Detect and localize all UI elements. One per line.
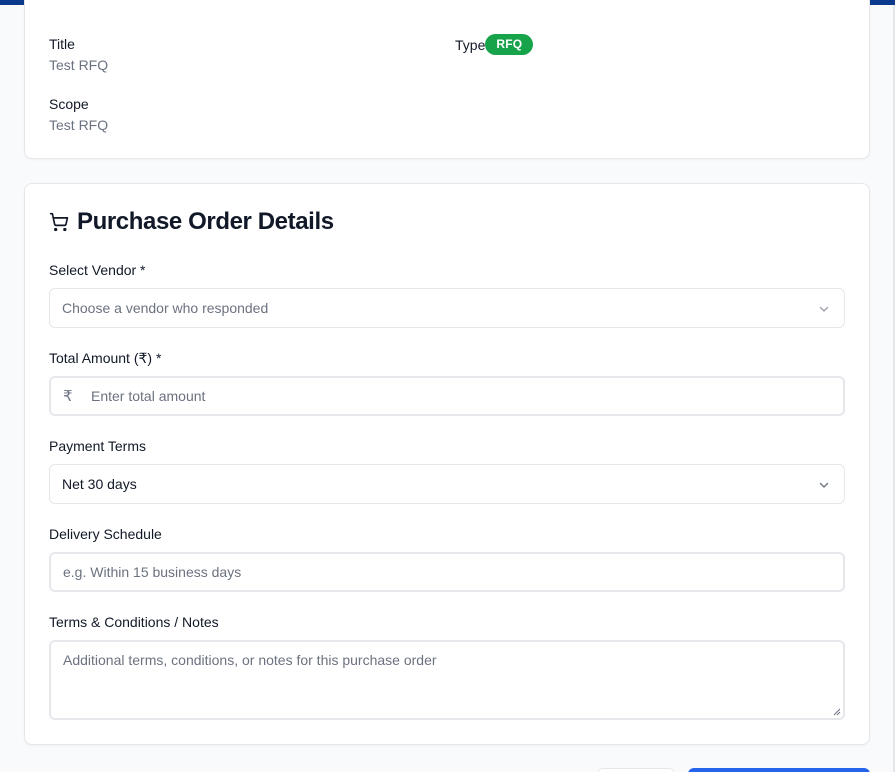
- notes-textarea[interactable]: Additional terms, conditions, or notes f…: [49, 640, 845, 720]
- amount-placeholder: Enter total amount: [91, 388, 206, 404]
- amount-label: Total Amount (₹) *: [49, 350, 162, 366]
- vendor-placeholder: Choose a vendor who responded: [62, 300, 269, 316]
- type-label: Type: [455, 36, 486, 53]
- section-header: Purchase Order Details: [49, 208, 334, 236]
- create-purchase-order-button[interactable]: [688, 768, 870, 772]
- title-label: Title: [49, 36, 75, 52]
- section-title: Purchase Order Details: [77, 208, 334, 235]
- scope-label: Scope: [49, 96, 89, 112]
- delivery-input[interactable]: e.g. Within 15 business days: [49, 552, 845, 592]
- scope-value: Test RFQ: [49, 117, 109, 133]
- delivery-placeholder: e.g. Within 15 business days: [63, 564, 242, 580]
- notes-placeholder: Additional terms, conditions, or notes f…: [63, 652, 437, 668]
- delivery-label: Delivery Schedule: [49, 526, 162, 542]
- payment-terms-label: Payment Terms: [49, 438, 146, 454]
- chevron-down-icon: [819, 482, 829, 488]
- type-badge: RFQ: [485, 34, 534, 55]
- chevron-down-icon: [819, 306, 829, 312]
- vendor-select[interactable]: Choose a vendor who responded: [49, 288, 845, 328]
- notes-label: Terms & Conditions / Notes: [49, 614, 219, 630]
- rfq-summary-card: Title Test RFQ Scope Test RFQ Type RFQ: [24, 0, 870, 159]
- type-field: Type RFQ: [455, 34, 534, 55]
- rupee-icon: ₹: [63, 388, 73, 405]
- purchase-order-card: Purchase Order Details Select Vendor * C…: [24, 183, 870, 745]
- cancel-button[interactable]: [597, 768, 675, 772]
- vendor-label: Select Vendor *: [49, 262, 146, 278]
- payment-terms-select[interactable]: Net 30 days: [49, 464, 845, 504]
- payment-terms-value: Net 30 days: [62, 476, 137, 492]
- cart-icon: [49, 212, 69, 232]
- resize-handle-icon[interactable]: [831, 706, 841, 716]
- amount-input[interactable]: ₹ Enter total amount: [49, 376, 845, 416]
- title-value: Test RFQ: [49, 57, 109, 73]
